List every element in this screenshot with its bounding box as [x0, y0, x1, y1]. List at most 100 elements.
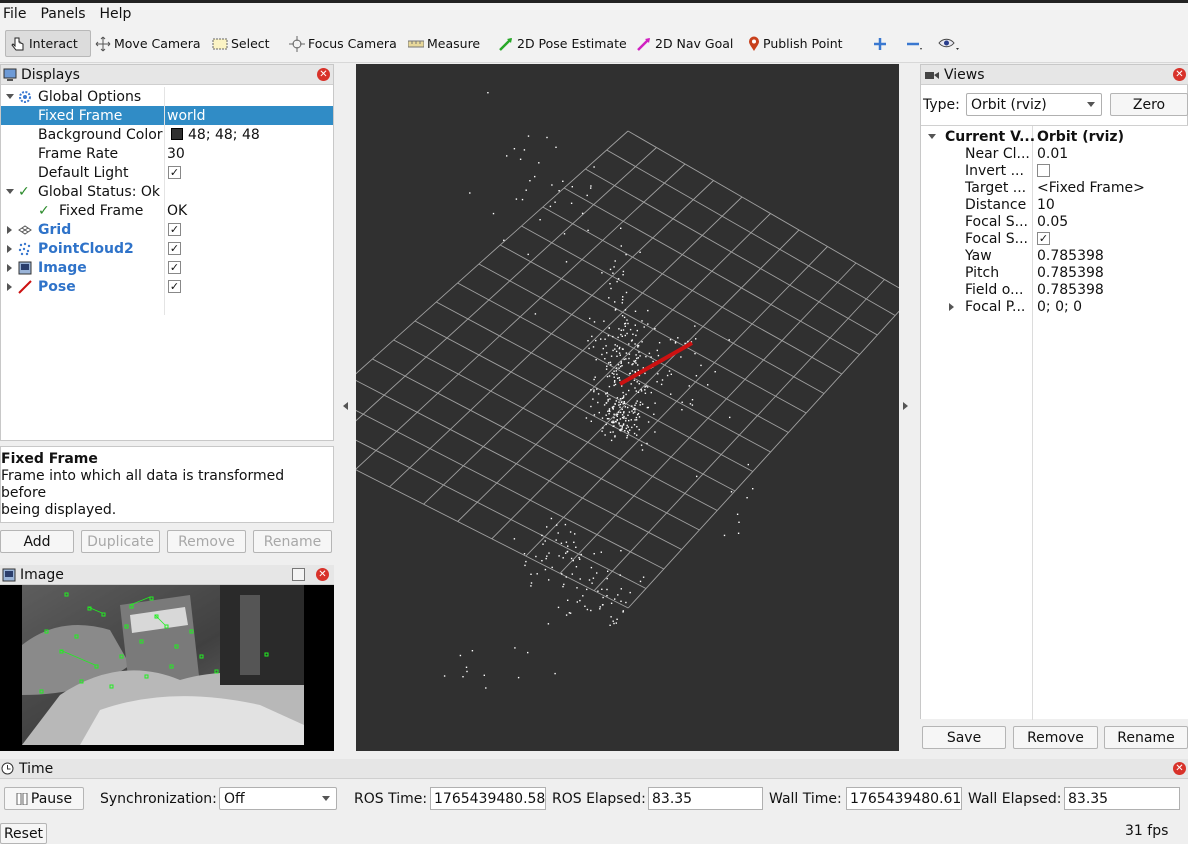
- add-button[interactable]: Add: [0, 530, 74, 553]
- close-icon[interactable]: ✕: [1173, 68, 1186, 81]
- image-checkbox[interactable]: ✓: [168, 261, 181, 274]
- add-tool-button[interactable]: [873, 30, 890, 57]
- point: [535, 555, 537, 558]
- close-icon[interactable]: ✕: [316, 568, 329, 581]
- focal-point-row[interactable]: Focal P... 0; 0; 0: [921, 297, 1188, 316]
- point: [534, 175, 536, 178]
- rename-view-button[interactable]: Rename: [1104, 726, 1188, 749]
- point: [634, 411, 636, 413]
- point: [609, 361, 612, 364]
- prop-value[interactable]: 0.785398: [1037, 248, 1104, 264]
- default-light-checkbox[interactable]: ✓: [168, 166, 181, 179]
- pose-estimate-tool[interactable]: 2D Pose Estimate: [498, 30, 627, 57]
- remove-display-button[interactable]: Remove: [167, 530, 246, 553]
- global-status-row[interactable]: ✓ Global Status: Ok: [1, 182, 333, 201]
- prop-label: Focal P...: [965, 298, 1026, 315]
- publish-point-tool[interactable]: Publish Point: [748, 30, 843, 57]
- point: [469, 192, 471, 194]
- zero-button[interactable]: Zero: [1110, 93, 1188, 116]
- point: [618, 328, 620, 330]
- view-type-select[interactable]: Orbit (rviz): [966, 93, 1102, 116]
- ros-time-field[interactable]: 1765439480.58: [430, 787, 546, 810]
- point: [579, 578, 581, 580]
- point: [639, 251, 641, 253]
- menu-file[interactable]: File: [0, 6, 30, 22]
- frame-rate-value[interactable]: 30: [167, 146, 185, 162]
- expand-arrow-icon[interactable]: [1, 94, 18, 99]
- display-item-grid[interactable]: Grid ✓: [1, 220, 333, 239]
- invert-checkbox[interactable]: [1037, 164, 1050, 177]
- display-item-pose[interactable]: Pose ✓: [1, 277, 333, 296]
- point: [646, 442, 648, 445]
- save-view-button[interactable]: Save: [922, 726, 1006, 749]
- point: [613, 417, 615, 419]
- fixed-frame-row[interactable]: Fixed Frame world: [1, 106, 333, 125]
- float-panel-icon[interactable]: [292, 568, 305, 581]
- duplicate-button[interactable]: Duplicate: [81, 530, 160, 553]
- grid-line: [627, 130, 899, 289]
- pause-button[interactable]: Pause: [4, 787, 84, 810]
- display-item-image[interactable]: Image ✓: [1, 258, 333, 277]
- measure-tool[interactable]: Measure: [408, 30, 480, 57]
- expand-arrow-icon[interactable]: [921, 134, 943, 139]
- 3d-render-canvas[interactable]: [356, 64, 899, 751]
- prop-value[interactable]: 0; 0; 0: [1037, 299, 1082, 315]
- point: [589, 317, 591, 320]
- rename-display-button[interactable]: Rename: [253, 530, 332, 553]
- expand-arrow-icon[interactable]: [1, 244, 18, 253]
- collapse-right-arrow-icon[interactable]: [903, 402, 908, 410]
- status-fixed-frame-row[interactable]: ✓ Fixed Frame OK: [1, 201, 333, 220]
- close-icon[interactable]: ✕: [1173, 762, 1186, 775]
- display-item-pointcloud2[interactable]: PointCloud2 ✓: [1, 239, 333, 258]
- ros-elapsed-field[interactable]: 83.35: [648, 787, 763, 810]
- frame-rate-row[interactable]: Frame Rate 30: [1, 144, 333, 163]
- default-light-row[interactable]: Default Light ✓: [1, 163, 333, 182]
- prop-value[interactable]: <Fixed Frame>: [1037, 180, 1145, 196]
- pose-checkbox[interactable]: ✓: [168, 280, 181, 293]
- close-icon[interactable]: ✕: [317, 68, 330, 81]
- point: [613, 425, 615, 427]
- background-color-value[interactable]: 48; 48; 48: [188, 127, 260, 143]
- global-options-row[interactable]: Global Options: [1, 87, 333, 106]
- menu-panels[interactable]: Panels: [37, 6, 89, 22]
- pointcloud2-checkbox[interactable]: ✓: [168, 242, 181, 255]
- interact-tool[interactable]: Interact: [5, 30, 91, 57]
- prop-value[interactable]: 0.01: [1037, 146, 1068, 162]
- prop-value[interactable]: 10: [1037, 197, 1055, 213]
- focus-camera-tool[interactable]: Focus Camera: [289, 30, 397, 57]
- expand-arrow-icon[interactable]: [1, 263, 18, 272]
- 3d-viewport[interactable]: [356, 64, 899, 751]
- point: [605, 414, 607, 416]
- expand-arrow-icon[interactable]: [1, 282, 18, 291]
- expand-arrow-icon[interactable]: [1, 225, 18, 234]
- remove-view-button[interactable]: Remove: [1013, 726, 1098, 749]
- reset-button[interactable]: Reset: [0, 823, 47, 844]
- grid-line: [606, 149, 896, 316]
- measure-label: Measure: [427, 36, 481, 51]
- select-tool[interactable]: Select: [212, 30, 270, 57]
- point: [610, 355, 613, 357]
- wall-time-field[interactable]: 1765439480.61: [846, 787, 962, 810]
- remove-tool-button[interactable]: [906, 30, 927, 57]
- point: [542, 543, 544, 545]
- prop-value[interactable]: 0.05: [1037, 214, 1068, 230]
- color-swatch[interactable]: [171, 128, 183, 140]
- menu-help[interactable]: Help: [97, 6, 136, 22]
- expand-arrow-icon[interactable]: [949, 303, 954, 311]
- visibility-tool-button[interactable]: [938, 30, 963, 57]
- wall-elapsed-field[interactable]: 83.35: [1064, 787, 1180, 810]
- point: [530, 585, 532, 587]
- sync-select[interactable]: Off: [219, 787, 337, 810]
- nav-goal-tool[interactable]: 2D Nav Goal: [636, 30, 733, 57]
- prop-value[interactable]: 0.785398: [1037, 282, 1104, 298]
- collapse-left-arrow-icon[interactable]: [343, 402, 348, 410]
- focal-shape-checkbox[interactable]: ✓: [1037, 232, 1050, 245]
- point: [625, 352, 628, 354]
- move-camera-tool[interactable]: Move Camera: [95, 30, 201, 57]
- fixed-frame-value[interactable]: world: [167, 108, 206, 124]
- grid-checkbox[interactable]: ✓: [168, 223, 181, 236]
- point: [612, 335, 614, 338]
- prop-value[interactable]: 0.785398: [1037, 265, 1104, 281]
- background-color-row[interactable]: Background Color 48; 48; 48: [1, 125, 333, 144]
- expand-arrow-icon[interactable]: [1, 189, 18, 194]
